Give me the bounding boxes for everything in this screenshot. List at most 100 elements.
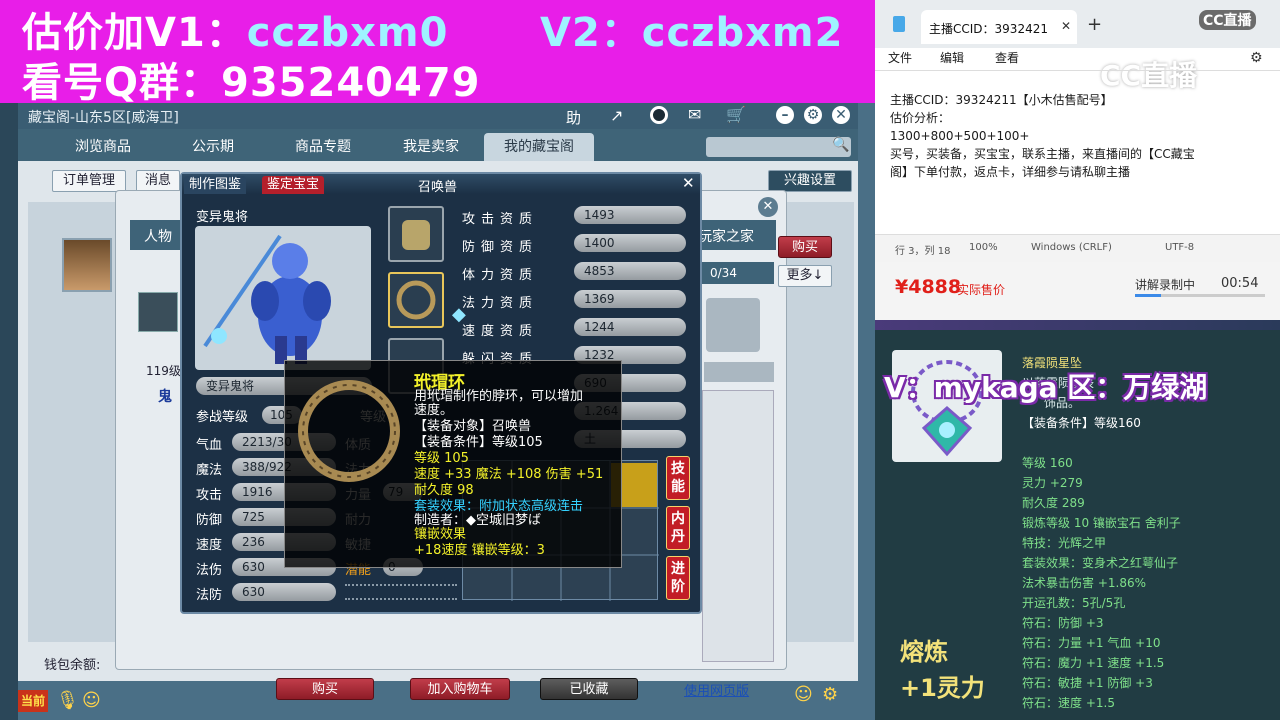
cc-big-watermark: CC直播 [1100,59,1198,92]
web-version-link[interactable]: 使用网页版 [684,680,749,699]
interest-settings-button[interactable]: 兴趣设置 [768,170,852,192]
stat-def-label: 防御 [196,513,223,528]
banner-v2-prefix: V2： [540,10,642,56]
buy-button[interactable]: 购买 [276,678,374,700]
menu-edit[interactable]: 编辑 [940,50,964,67]
pet-panel-title: 召唤兽 [418,180,458,195]
add-to-cart-button[interactable]: 加入购物车 [410,678,510,700]
equip-line-forge: 锻炼等级 10 镶嵌宝石 舍利子 [1022,516,1181,530]
apt-mp-label: 法力资质 [462,296,539,311]
apt-spd-label: 速度资质 [462,324,539,339]
apt-hp-label: 体力资质 [462,268,539,283]
contact-overlay: V：mykaga 区：万绿湖 [884,371,1208,404]
help-button[interactable]: 助 [566,107,581,128]
more-button[interactable]: 更多↓ [778,265,832,287]
current-channel-badge[interactable]: 当前 [18,690,48,712]
tooltip-requirement: 【装备条件】等级105 [414,435,543,450]
tab-craft-guide[interactable]: 制作图鉴 [184,176,247,194]
equip-line-durability: 耐久度 289 [1022,496,1085,510]
pet-panel-header: 制作图鉴 鉴定宝宝 召唤兽 ✕ [182,174,700,195]
buy-top-button[interactable]: 购买 [778,236,832,258]
notepad-line-5: 阁】下单付款，返点卡，详细参与请私聊主播 [890,165,1131,179]
char-level: 119级 [146,364,181,378]
notepad-app-icon [893,16,905,32]
advance-button[interactable]: 进阶 [666,556,690,600]
stat-mdef-value: 630 [232,583,336,601]
new-tab-icon[interactable]: + [1087,14,1102,35]
window-titlebar: 藏宝阁-山东5区[威海卫] 助 ↗ ✉ 🛒 – ⚙ ✕ [18,103,858,129]
tab-my-cbg[interactable]: 我的藏宝阁 [484,133,594,161]
equip-line-spirit: 灵力 +279 [1022,476,1083,490]
menu-file[interactable]: 文件 [888,50,912,67]
stat-mdmg-label: 法伤 [196,563,223,578]
pet-portrait [195,226,371,370]
status-position: 行 3，列 18 [895,246,951,257]
tooltip-level: 等级 105 [414,451,469,466]
equip-slot-armor[interactable] [388,206,444,262]
tooltip-inlay-title: 镶嵌效果 [414,527,467,542]
notepad-titlebar: 主播CCID：3932421 ✕ + CC直播 [875,0,1280,48]
equip-line-rune-3: 符石：魔力 +1 速度 +1.5 [1022,656,1165,670]
status-zoom: 100% [969,242,998,253]
mic-icon[interactable]: 🎙 [56,690,79,711]
char-name: 鬼 [158,389,172,405]
notepad-settings-icon[interactable]: ⚙ [1250,50,1263,66]
battle-level-label: 参战等级 [196,410,249,425]
notepad-line-3: 1300+800+500+100+ [890,129,1030,143]
tab-browse[interactable]: 浏览商品 [48,133,158,161]
people-tab[interactable]: 人物 [144,226,172,246]
recording-time: 00:54 [1221,276,1259,291]
item-count: 0/34 [700,262,774,284]
search-input[interactable] [706,137,851,157]
record-icon[interactable] [650,106,668,124]
equip-requirement: 【装备条件】等级160 [1022,416,1141,430]
cart-icon[interactable]: 🛒 [726,105,746,124]
notepad-tab[interactable]: 主播CCID：3932421 ✕ [921,10,1077,44]
refine-label: 熔炼 [900,638,948,666]
empty-field [704,362,774,382]
stat-hp-label: 气血 [196,438,223,453]
tab-seller[interactable]: 我是卖家 [376,133,486,161]
equip-line-rune-4: 符石：敏捷 +1 防御 +3 [1022,676,1153,690]
tooltip-inlay: +18速度 镶嵌等级：3 [414,543,545,558]
message-button[interactable]: 消息 [136,170,180,192]
seller-home-tab[interactable]: 玩家之家 [698,226,754,246]
recording-label: 讲解录制中 [1135,278,1196,292]
status-line-ending: Windows (CRLF) [1031,242,1112,253]
equip-line-level: 等级 160 [1022,456,1073,470]
tray-game-icon[interactable]: ⚙ [822,684,838,705]
right-list [702,390,774,662]
tab-topics[interactable]: 商品专题 [268,133,378,161]
equip-slot-collar[interactable] [388,272,444,328]
equip-line-rune-5: 符石：速度 +1.5 [1022,696,1115,710]
share-icon[interactable]: ↗ [610,106,623,125]
tooltip-set-effect: 套装效果：附加状态高级连击 [414,499,584,514]
search-icon[interactable]: 🔍 [832,137,849,153]
notepad-statusbar: 行 3，列 18 100% Windows (CRLF) UTF-8 [875,234,1280,262]
char-thumb[interactable] [138,292,178,332]
menu-view[interactable]: 查看 [995,50,1019,67]
equip-line-crit: 法术暴击伤害 +1.86% [1022,576,1146,590]
item-count-value: 0/34 [710,266,737,280]
favorited-button[interactable]: 已收藏 [540,678,638,700]
apt-def-label: 防御资质 [462,240,539,255]
refine-value: +1灵力 [900,674,985,702]
minimize-icon[interactable]: – [776,106,794,124]
tab-public[interactable]: 公示期 [158,133,268,161]
notepad-tab-close-icon[interactable]: ✕ [1061,19,1071,33]
settings-icon[interactable]: ⚙ [804,106,822,124]
inner-core-button[interactable]: 内丹 [666,506,690,550]
banner-qq-group: 935240479 [221,60,481,106]
tray-emote-icon[interactable]: ☺ [794,684,813,705]
tab-identify-pet[interactable]: 鉴定宝宝 [262,176,325,194]
emote-icon[interactable]: ☺ [82,690,101,711]
skills-button[interactable]: 技能 [666,456,690,500]
pet-close-icon[interactable]: ✕ [682,174,695,192]
avatar[interactable] [62,238,112,292]
order-mgmt-button[interactable]: 订单管理 [52,170,126,192]
chat-icon[interactable]: ✉ [688,105,701,124]
close-icon[interactable]: ✕ [832,106,850,124]
notepad-line-4: 买号，买装备，买宝宝，联系主播，来直播间的【CC藏宝 [890,147,1195,161]
dialog-close-icon[interactable]: ✕ [758,197,778,217]
apt-def-value: 1400 [574,234,686,252]
